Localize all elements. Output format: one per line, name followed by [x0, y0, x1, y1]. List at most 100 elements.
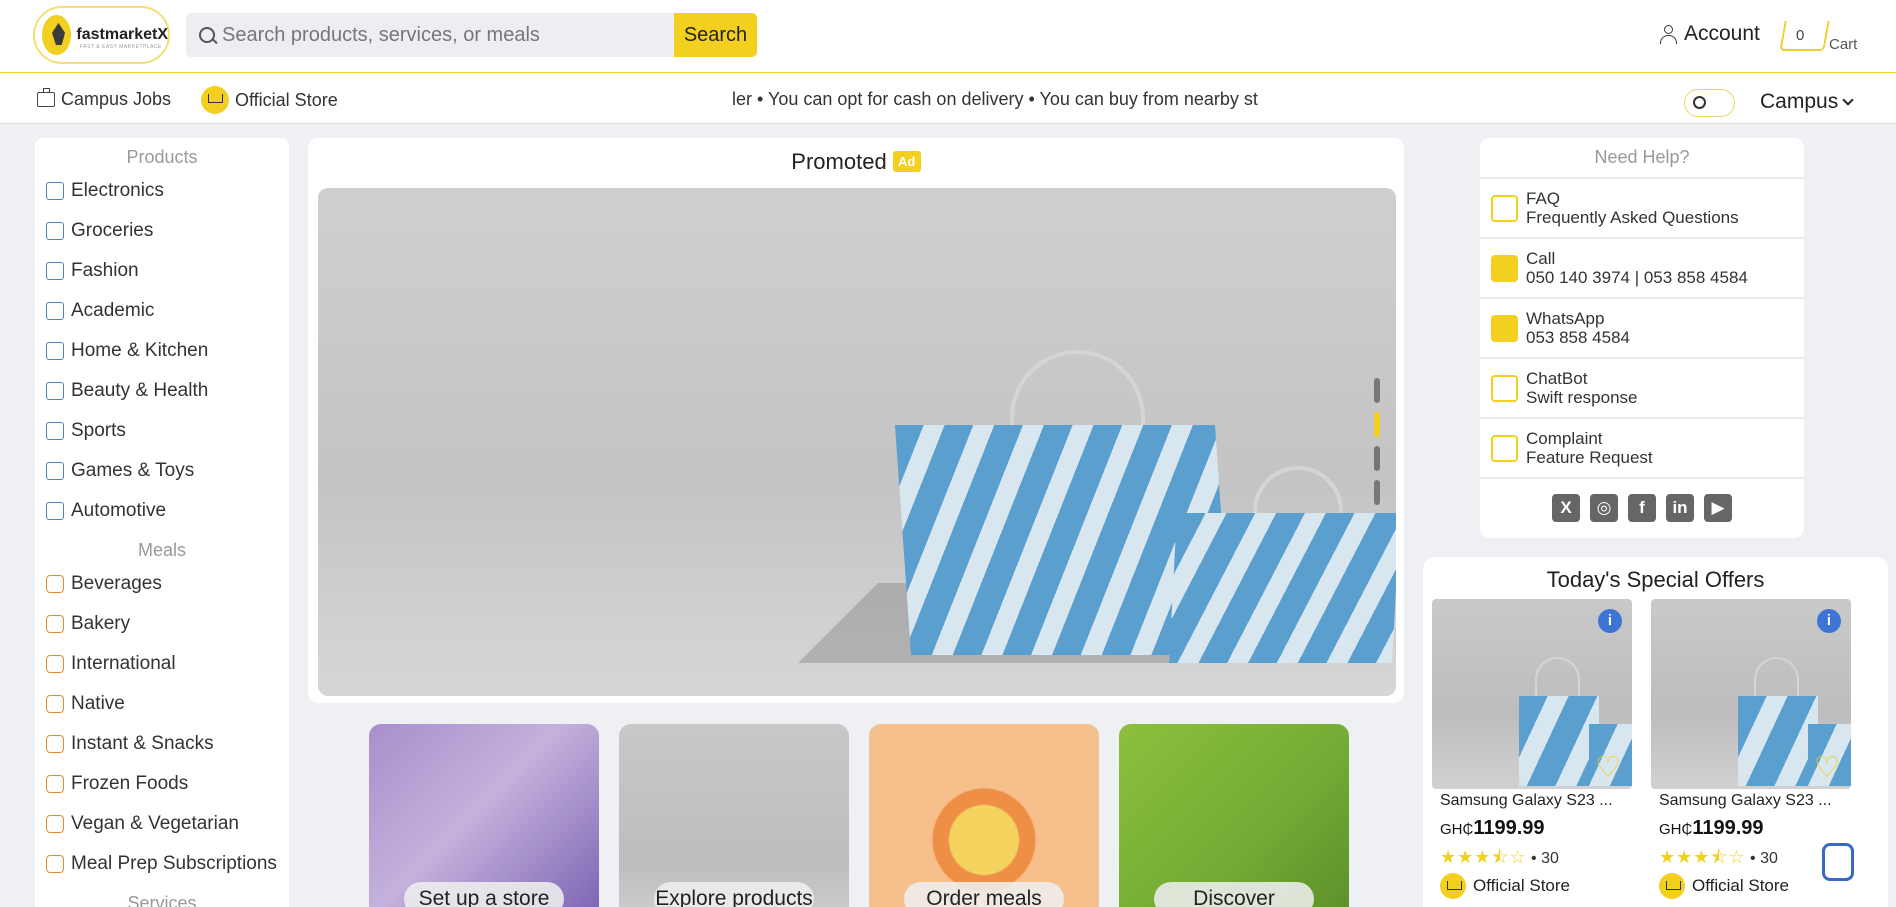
product-name[interactable]: Samsung Galaxy S23 ...	[1659, 792, 1844, 810]
carousel-dot[interactable]	[1374, 378, 1380, 403]
help-item-complaint[interactable]: Complaint Feature Request	[1480, 417, 1804, 477]
kitchen-icon	[46, 342, 64, 360]
product-name[interactable]: Samsung Galaxy S23 ...	[1440, 792, 1625, 810]
product-store-link[interactable]: Official Store	[1659, 873, 1789, 899]
snack-icon	[46, 735, 64, 753]
sidebar-item-sports[interactable]: Sports	[35, 411, 289, 451]
tile-label: Discover Services	[1154, 882, 1314, 907]
special-offer-card[interactable]: i ♡ Samsung Galaxy S23 ... GH₵1199.99 ★★★⯪☆ …	[1432, 599, 1632, 907]
x-icon[interactable]: X	[1552, 494, 1580, 522]
tile-set-up-a-store[interactable]: Set up a store	[369, 724, 599, 907]
campus-label: Campus	[1760, 90, 1839, 113]
product-store-link[interactable]: Official Store	[1440, 873, 1570, 899]
meal-category-list: Beverages Bakery International Native Instan…	[35, 564, 289, 884]
chevron-down-icon	[1842, 93, 1854, 106]
sidebar-item-beverages[interactable]: Beverages	[35, 564, 289, 604]
help-item-text: Call 050 140 3974 | 053 858 4584	[1526, 249, 1748, 287]
sidebar-item-academic[interactable]: Academic	[35, 291, 289, 331]
cart-label: Cart	[1829, 36, 1858, 53]
category-sidebar: Products Electronics Groceries Fashion Acad…	[35, 138, 289, 907]
facebook-icon[interactable]: f	[1628, 494, 1656, 522]
secondary-navigation: Campus Jobs Official Store ler • You can…	[0, 74, 1896, 124]
theme-toggle[interactable]	[1684, 89, 1735, 117]
message-icon	[1491, 434, 1518, 462]
rating-stars-icon: ★★★⯪☆	[1659, 847, 1746, 867]
help-panel: Need Help? FAQ Frequently Asked Questions…	[1480, 138, 1804, 538]
search-button[interactable]: Search	[674, 13, 757, 57]
services-heading: Services	[127, 893, 197, 907]
special-offer-card[interactable]: i ♡ Samsung Galaxy S23 ... GH₵1199.99 ★★★⯪☆ …	[1651, 599, 1851, 907]
sidebar-item-bakery[interactable]: Bakery	[35, 604, 289, 644]
promoted-section: Promoted Ad	[308, 138, 1404, 703]
chatbot-icon	[1491, 374, 1518, 402]
help-item-faq[interactable]: FAQ Frequently Asked Questions	[1480, 177, 1804, 237]
sidebar-item-native[interactable]: Native	[35, 684, 289, 724]
info-icon[interactable]: i	[1817, 609, 1841, 633]
shirt-icon	[46, 262, 64, 280]
sidebar-item-automotive[interactable]: Automotive	[35, 491, 289, 531]
sidebar-item-label: Home & Kitchen	[71, 340, 209, 361]
help-item-call[interactable]: Call 050 140 3974 | 053 858 4584	[1480, 237, 1804, 297]
sidebar-item-home-kitchen[interactable]: Home & Kitchen	[35, 331, 289, 371]
help-heading: Need Help?	[1594, 147, 1690, 167]
product-image[interactable]: i ♡	[1432, 599, 1632, 789]
brand-tagline: FAST & EASY MARKETPLACE	[80, 44, 162, 50]
sidebar-item-frozen-foods[interactable]: Frozen Foods	[35, 764, 289, 804]
fastmarketx-logo[interactable]: fastmarketX FAST & EASY MARKETPLACE	[33, 6, 170, 64]
price-currency: GH₵	[1440, 821, 1474, 838]
campus-jobs-label: Campus Jobs	[61, 89, 172, 109]
sidebar-item-meal-prep-subscriptions[interactable]: Meal Prep Subscriptions	[35, 844, 289, 884]
youtube-icon[interactable]: ▶	[1704, 494, 1732, 522]
search-bar: Search	[186, 13, 757, 57]
help-item-whatsapp[interactable]: WhatsApp 053 858 4584	[1480, 297, 1804, 357]
rating-stars-icon: ★★★⯪☆	[1440, 847, 1527, 867]
help-item-subtitle: 053 858 4584	[1526, 328, 1630, 347]
tile-discover-services[interactable]: Discover Services	[1119, 724, 1349, 907]
sidebar-item-instant-snacks[interactable]: Instant & Snacks	[35, 724, 289, 764]
search-input[interactable]	[222, 23, 674, 47]
promoted-carousel[interactable]	[318, 188, 1396, 696]
chatbot-launcher-icon[interactable]	[1822, 843, 1854, 881]
instagram-icon[interactable]: ◎	[1590, 494, 1618, 522]
sidebar-item-international[interactable]: International	[35, 644, 289, 684]
favorite-heart-icon[interactable]: ♡	[1814, 754, 1841, 783]
official-store-link[interactable]: Official Store	[201, 86, 338, 114]
cart-icon	[1779, 21, 1830, 51]
tile-order-meals[interactable]: Order meals	[869, 724, 1099, 907]
carousel-dot[interactable]	[1374, 446, 1380, 471]
linkedin-icon[interactable]: in	[1666, 494, 1694, 522]
help-item-chatbot[interactable]: ChatBot Swift response	[1480, 357, 1804, 417]
campus-jobs-link[interactable]: Campus Jobs	[37, 88, 172, 110]
sidebar-item-games-toys[interactable]: Games & Toys	[35, 451, 289, 491]
product-large-bag	[1738, 696, 1818, 786]
calendar-icon	[46, 855, 64, 873]
campus-selector[interactable]: Campus	[1760, 90, 1854, 114]
cart-button[interactable]: 0 Cart	[1779, 19, 1862, 55]
sidebar-item-label: Sports	[71, 420, 126, 441]
sidebar-item-vegan-vegetarian[interactable]: Vegan & Vegetarian	[35, 804, 289, 844]
faq-icon	[1491, 194, 1518, 222]
dumbbell-icon	[46, 422, 64, 440]
sidebar-item-fashion[interactable]: Fashion	[35, 251, 289, 291]
top-header: fastmarketX FAST & EASY MARKETPLACE Sear…	[0, 0, 1896, 73]
help-item-title: Call	[1526, 249, 1556, 268]
sidebar-item-electronics[interactable]: Electronics	[35, 171, 289, 211]
cup-icon	[46, 575, 64, 593]
product-image[interactable]: i ♡	[1651, 599, 1851, 789]
carousel-dot[interactable]	[1374, 412, 1380, 437]
sidebar-item-beauty-health[interactable]: Beauty & Health	[35, 371, 289, 411]
sidebar-item-groceries[interactable]: Groceries	[35, 211, 289, 251]
carousel-dot[interactable]	[1374, 480, 1380, 505]
leaf-icon	[46, 815, 64, 833]
social-links: X ◎ f in ▶	[1480, 477, 1804, 537]
favorite-heart-icon[interactable]: ♡	[1595, 754, 1622, 783]
academic-icon	[46, 302, 64, 320]
account-button[interactable]: Account	[1660, 22, 1760, 46]
briefcase-icon	[37, 88, 55, 107]
croissant-icon	[46, 615, 64, 633]
product-rating: ★★★⯪☆ • 30	[1440, 845, 1559, 875]
sidebar-item-label: International	[71, 653, 176, 674]
tile-explore-products[interactable]: Explore products	[619, 724, 849, 907]
info-icon[interactable]: i	[1598, 609, 1622, 633]
games-icon	[46, 462, 64, 480]
